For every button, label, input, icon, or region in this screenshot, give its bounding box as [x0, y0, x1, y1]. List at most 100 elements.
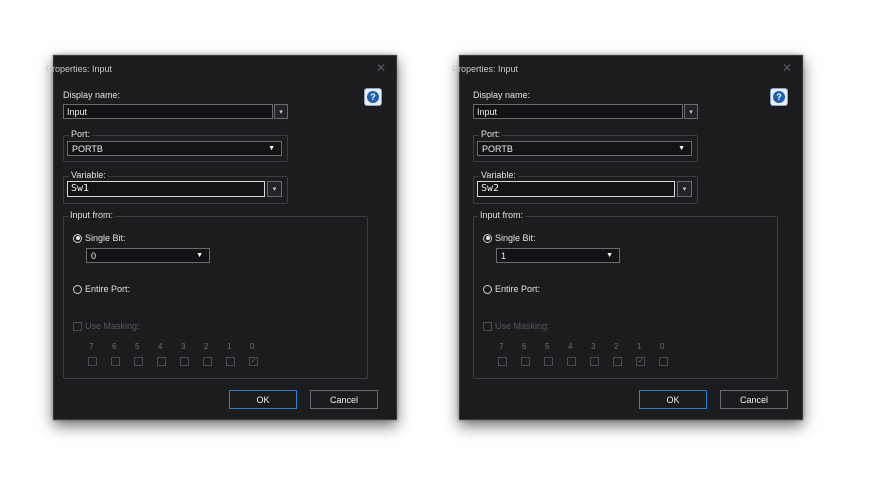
- mask-bit-checkbox[interactable]: [111, 357, 120, 366]
- mask-bit-number: 5: [545, 342, 550, 351]
- mask-bit-3: 3: [590, 342, 613, 366]
- mask-bit-checkbox[interactable]: [498, 357, 507, 366]
- mask-bit-number: 7: [499, 342, 504, 351]
- chevron-down-icon: ▼: [268, 145, 275, 152]
- display-name-input[interactable]: Input: [473, 104, 683, 119]
- display-name-label: Display name:: [473, 90, 531, 100]
- use-masking-checkbox[interactable]: Use Masking:: [483, 321, 550, 331]
- mask-bit-number: 6: [112, 342, 117, 351]
- port-label: Port:: [479, 129, 503, 139]
- cancel-button[interactable]: Cancel: [720, 390, 788, 409]
- mask-bit-number: 2: [614, 342, 619, 351]
- close-icon[interactable]: ✕: [782, 61, 792, 75]
- help-button[interactable]: ?: [364, 88, 382, 106]
- mask-bit-4: 4: [157, 342, 180, 366]
- mask-bit-checkbox[interactable]: [88, 357, 97, 366]
- single-bit-label: Single Bit:: [495, 233, 536, 243]
- mask-bit-checkbox[interactable]: ✓: [636, 357, 645, 366]
- ok-button[interactable]: OK: [639, 390, 707, 409]
- variable-label: Variable:: [479, 170, 518, 180]
- properties-dialog: Properties: Input ✕ ? Display name: Inpu…: [46, 55, 397, 420]
- single-bit-label: Single Bit:: [85, 233, 126, 243]
- mask-bit-number: 0: [660, 342, 665, 351]
- mask-bit-0: 0 ✓: [249, 342, 272, 366]
- entire-port-radio[interactable]: Entire Port:: [483, 284, 540, 294]
- single-bit-value: 1: [501, 250, 507, 261]
- radio-selected-icon: [483, 233, 492, 243]
- mask-bit-7: 7: [88, 342, 111, 366]
- mask-bit-checkbox[interactable]: [180, 357, 189, 366]
- mask-bit-checkbox[interactable]: [157, 357, 166, 366]
- ok-button[interactable]: OK: [229, 390, 297, 409]
- single-bit-radio[interactable]: Single Bit:: [73, 233, 126, 243]
- chevron-down-icon: ▼: [196, 252, 203, 259]
- mask-bit-number: 3: [591, 342, 596, 351]
- use-masking-label: Use Masking:: [85, 321, 140, 331]
- mask-bit-6: 6: [111, 342, 134, 366]
- help-icon: ?: [773, 91, 785, 103]
- help-icon: ?: [367, 91, 379, 103]
- variable-input[interactable]: Sw2: [477, 181, 675, 197]
- display-name-input[interactable]: Input: [63, 104, 273, 119]
- mask-bit-checkbox[interactable]: [590, 357, 599, 366]
- entire-port-radio[interactable]: Entire Port:: [73, 284, 130, 294]
- port-label: Port:: [69, 129, 93, 139]
- mask-bits: 7 6 5 4 3 2 1 ✓ 0: [498, 342, 682, 366]
- single-bit-select[interactable]: 1 ▼: [496, 248, 620, 263]
- mask-bit-number: 1: [227, 342, 232, 351]
- mask-bit-2: 2: [613, 342, 636, 366]
- entire-port-label: Entire Port:: [85, 284, 131, 294]
- mask-bit-2: 2: [203, 342, 226, 366]
- display-name-label: Display name:: [63, 90, 121, 100]
- radio-unselected-icon: [483, 284, 492, 294]
- mask-bit-checkbox[interactable]: [659, 357, 668, 366]
- mask-bit-number: 0: [250, 342, 255, 351]
- chevron-down-icon: ▼: [606, 252, 613, 259]
- chevron-down-icon: ▼: [678, 145, 685, 152]
- mask-bit-1: 1: [226, 342, 249, 366]
- mask-bit-0: 0: [659, 342, 682, 366]
- single-bit-radio[interactable]: Single Bit:: [483, 233, 536, 243]
- use-masking-checkbox[interactable]: Use Masking:: [73, 321, 140, 331]
- variable-label: Variable:: [69, 170, 108, 180]
- chevron-down-icon[interactable]: ▾: [274, 104, 288, 119]
- mask-bit-checkbox[interactable]: [613, 357, 622, 366]
- mask-bit-4: 4: [567, 342, 590, 366]
- single-bit-select[interactable]: 0 ▼: [86, 248, 210, 263]
- dialog-title: Properties: Input: [452, 64, 519, 74]
- port-select[interactable]: PORTB ▼: [67, 141, 282, 156]
- mask-bit-1: 1 ✓: [636, 342, 659, 366]
- help-button[interactable]: ?: [770, 88, 788, 106]
- mask-bit-7: 7: [498, 342, 521, 366]
- close-icon[interactable]: ✕: [376, 61, 386, 75]
- mask-bit-5: 5: [544, 342, 567, 366]
- mask-bit-checkbox[interactable]: ✓: [249, 357, 258, 366]
- mask-bit-number: 4: [568, 342, 573, 351]
- mask-bit-checkbox[interactable]: [521, 357, 530, 366]
- input-from-label: Input from:: [478, 210, 526, 220]
- mask-bit-5: 5: [134, 342, 157, 366]
- variable-input[interactable]: Sw1: [67, 181, 265, 197]
- port-value: PORTB: [72, 143, 103, 154]
- single-bit-value: 0: [91, 250, 97, 261]
- mask-bit-checkbox[interactable]: [226, 357, 235, 366]
- mask-bits: 7 6 5 4 3 2 1 0 ✓: [88, 342, 272, 366]
- entire-port-label: Entire Port:: [495, 284, 541, 294]
- mask-bit-number: 2: [204, 342, 209, 351]
- mask-bit-checkbox[interactable]: [567, 357, 576, 366]
- mask-bit-number: 7: [89, 342, 94, 351]
- mask-bit-number: 1: [637, 342, 642, 351]
- mask-bit-checkbox[interactable]: [203, 357, 212, 366]
- mask-bit-number: 4: [158, 342, 163, 351]
- radio-selected-icon: [73, 233, 82, 243]
- chevron-down-icon[interactable]: ▾: [267, 181, 282, 197]
- radio-unselected-icon: [73, 284, 82, 294]
- mask-bit-6: 6: [521, 342, 544, 366]
- mask-bit-checkbox[interactable]: [134, 357, 143, 366]
- chevron-down-icon[interactable]: ▾: [684, 104, 698, 119]
- cancel-button[interactable]: Cancel: [310, 390, 378, 409]
- chevron-down-icon[interactable]: ▾: [677, 181, 692, 197]
- port-select[interactable]: PORTB ▼: [477, 141, 692, 156]
- input-from-label: Input from:: [68, 210, 116, 220]
- mask-bit-checkbox[interactable]: [544, 357, 553, 366]
